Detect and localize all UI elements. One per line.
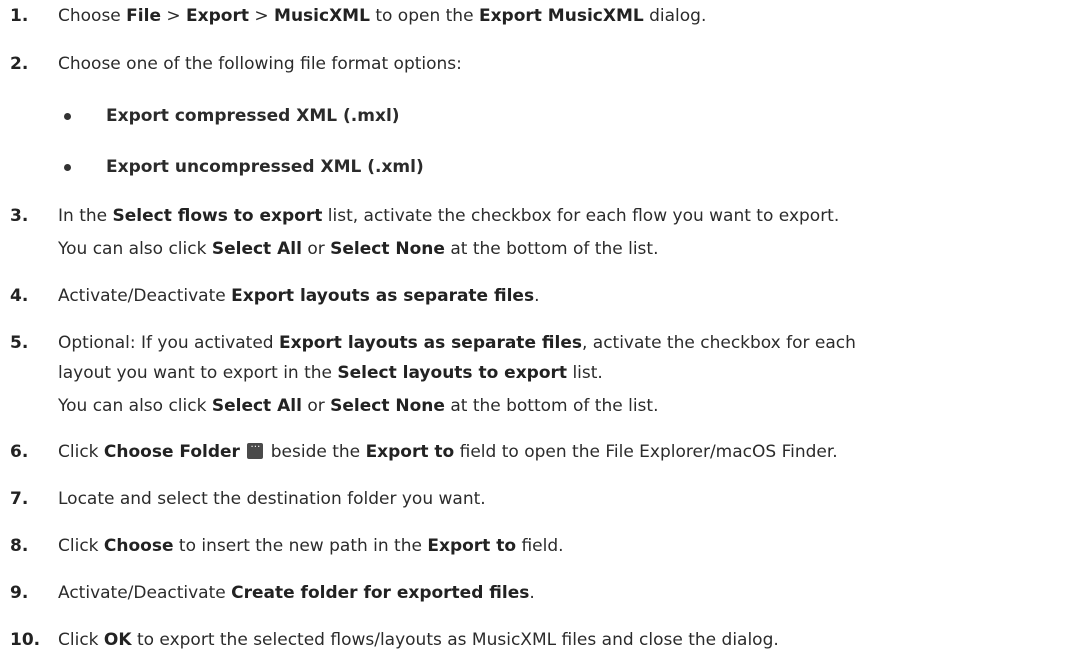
step-note: You can also click Select All or Select … bbox=[58, 239, 659, 259]
step-text: Locate and select the destination folder… bbox=[58, 489, 486, 509]
step-text: Activate/Deactivate Export layouts as se… bbox=[58, 286, 540, 306]
bullet-icon bbox=[64, 164, 71, 171]
step-number: 10. bbox=[10, 630, 41, 650]
step-number: 4. bbox=[10, 286, 29, 306]
step-text: Activate/Deactivate Create folder for ex… bbox=[58, 583, 535, 603]
step-text: In the Select flows to export list, acti… bbox=[58, 206, 840, 226]
step-note: You can also click Select All or Select … bbox=[58, 396, 659, 416]
step-number: 8. bbox=[10, 536, 29, 556]
bullet-icon bbox=[64, 113, 71, 120]
step-number: 2. bbox=[10, 54, 29, 74]
step-number: 7. bbox=[10, 489, 29, 509]
step-number: 1. bbox=[10, 6, 29, 26]
ellipsis-folder-icon bbox=[247, 437, 264, 459]
step-text: layout you want to export in the Select … bbox=[58, 363, 603, 383]
instruction-page: 1. Choose File > Export > MusicXML to op… bbox=[0, 0, 1087, 665]
step-number: 9. bbox=[10, 583, 29, 603]
option-label: Export uncompressed XML (.xml) bbox=[106, 157, 424, 177]
step-text: Click Choose to insert the new path in t… bbox=[58, 536, 564, 556]
step-number: 6. bbox=[10, 442, 29, 462]
step-text: Click Choose Folder beside the Export to… bbox=[58, 437, 838, 464]
option-label: Export compressed XML (.mxl) bbox=[106, 106, 400, 126]
step-text: Choose one of the following file format … bbox=[58, 54, 462, 74]
step-number: 5. bbox=[10, 333, 29, 353]
step-text: Optional: If you activated Export layout… bbox=[58, 333, 856, 353]
step-text: Click OK to export the selected flows/la… bbox=[58, 630, 779, 650]
step-number: 3. bbox=[10, 206, 29, 226]
step-text: Choose File > Export > MusicXML to open … bbox=[58, 6, 707, 26]
